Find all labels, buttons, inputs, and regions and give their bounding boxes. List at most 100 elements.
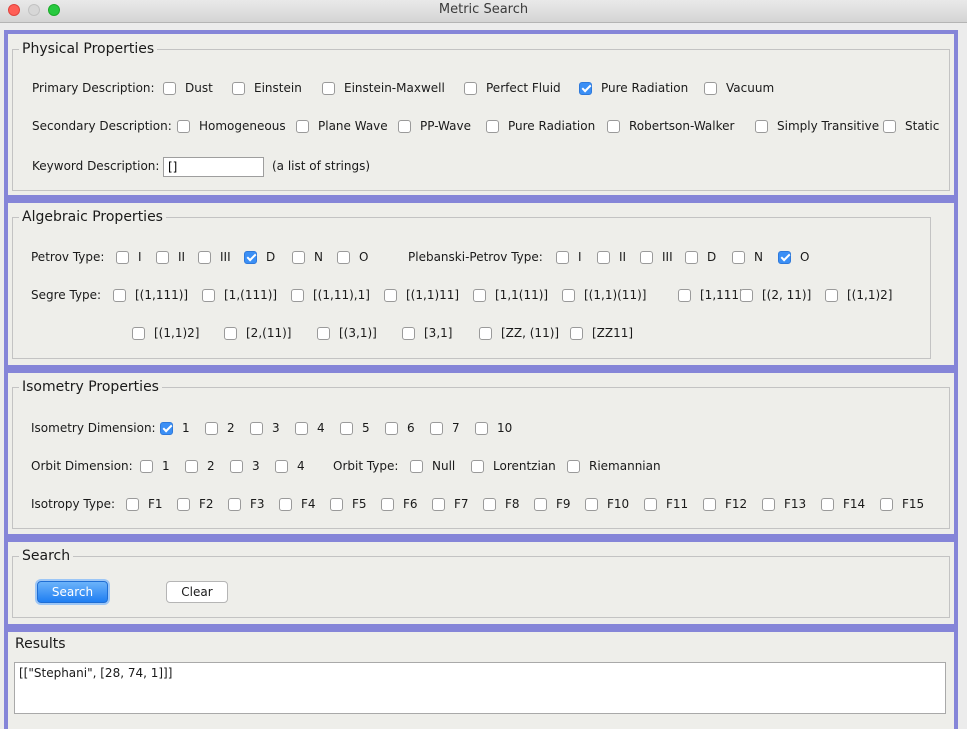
- checkbox-option[interactable]: [(1,1)11]: [384, 286, 459, 304]
- checkbox-option[interactable]: Vacuum: [704, 79, 774, 97]
- checkbox-option[interactable]: 3: [250, 419, 280, 437]
- checkbox-option[interactable]: 6: [385, 419, 415, 437]
- checkbox-option[interactable]: F7: [432, 495, 469, 513]
- keyword-description-input[interactable]: [163, 157, 264, 177]
- checkbox-unchecked[interactable]: [202, 288, 215, 302]
- results-text-area[interactable]: [["Stephani", [28, 74, 1]]]: [14, 662, 946, 714]
- search-button[interactable]: Search: [37, 581, 108, 603]
- checkbox-unchecked[interactable]: [562, 288, 575, 302]
- checkbox-option[interactable]: 2: [185, 457, 215, 475]
- checkbox-unchecked[interactable]: [185, 459, 198, 473]
- clear-button[interactable]: Clear: [166, 581, 228, 603]
- checkbox-option[interactable]: I: [556, 248, 582, 266]
- checkbox-unchecked[interactable]: [317, 326, 330, 340]
- checkbox-unchecked[interactable]: [732, 250, 745, 264]
- checkbox-option[interactable]: 2: [205, 419, 235, 437]
- checkbox-option[interactable]: F15: [880, 495, 924, 513]
- checkbox-unchecked[interactable]: [275, 459, 288, 473]
- checkbox-unchecked[interactable]: [471, 459, 484, 473]
- checkbox-unchecked[interactable]: [232, 81, 245, 95]
- checkbox-option[interactable]: F3: [228, 495, 265, 513]
- checkbox-option[interactable]: III: [198, 248, 231, 266]
- checkbox-unchecked[interactable]: [228, 497, 241, 511]
- checkbox-unchecked[interactable]: [607, 119, 620, 133]
- checkbox-checked[interactable]: [244, 250, 257, 264]
- checkbox-unchecked[interactable]: [685, 250, 698, 264]
- checkbox-unchecked[interactable]: [704, 81, 717, 95]
- checkbox-option[interactable]: Null: [410, 457, 455, 475]
- checkbox-unchecked[interactable]: [291, 288, 304, 302]
- checkbox-option[interactable]: I: [116, 248, 142, 266]
- checkbox-checked[interactable]: [579, 81, 592, 95]
- checkbox-option[interactable]: Homogeneous: [177, 117, 286, 135]
- checkbox-unchecked[interactable]: [337, 250, 350, 264]
- checkbox-unchecked[interactable]: [473, 288, 486, 302]
- checkbox-option[interactable]: O: [778, 248, 809, 266]
- checkbox-option[interactable]: O: [337, 248, 368, 266]
- checkbox-unchecked[interactable]: [295, 421, 308, 435]
- checkbox-option[interactable]: II: [597, 248, 626, 266]
- checkbox-unchecked[interactable]: [381, 497, 394, 511]
- checkbox-unchecked[interactable]: [177, 119, 190, 133]
- checkbox-option[interactable]: Robertson-Walker: [607, 117, 734, 135]
- checkbox-checked[interactable]: [160, 421, 173, 435]
- checkbox-option[interactable]: III: [640, 248, 673, 266]
- checkbox-option[interactable]: II: [156, 248, 185, 266]
- checkbox-unchecked[interactable]: [132, 326, 145, 340]
- checkbox-unchecked[interactable]: [384, 288, 397, 302]
- checkbox-option[interactable]: [(1,1)2]: [132, 324, 199, 342]
- checkbox-unchecked[interactable]: [740, 288, 753, 302]
- checkbox-unchecked[interactable]: [156, 250, 169, 264]
- checkbox-unchecked[interactable]: [330, 497, 343, 511]
- checkbox-unchecked[interactable]: [198, 250, 211, 264]
- checkbox-unchecked[interactable]: [640, 250, 653, 264]
- checkbox-unchecked[interactable]: [140, 459, 153, 473]
- checkbox-option[interactable]: 4: [275, 457, 305, 475]
- checkbox-option[interactable]: Riemannian: [567, 457, 661, 475]
- checkbox-option[interactable]: D: [244, 248, 275, 266]
- checkbox-checked[interactable]: [778, 250, 791, 264]
- checkbox-option[interactable]: PP-Wave: [398, 117, 471, 135]
- checkbox-option[interactable]: D: [685, 248, 716, 266]
- checkbox-option[interactable]: 10: [475, 419, 512, 437]
- checkbox-unchecked[interactable]: [116, 250, 129, 264]
- checkbox-option[interactable]: 5: [340, 419, 370, 437]
- checkbox-unchecked[interactable]: [385, 421, 398, 435]
- checkbox-option[interactable]: Simply Transitive: [755, 117, 879, 135]
- checkbox-option[interactable]: F2: [177, 495, 214, 513]
- checkbox-unchecked[interactable]: [570, 326, 583, 340]
- checkbox-option[interactable]: [3,1]: [402, 324, 452, 342]
- checkbox-option[interactable]: [(1,11),1]: [291, 286, 370, 304]
- checkbox-unchecked[interactable]: [762, 497, 775, 511]
- close-window-button[interactable]: [8, 4, 20, 16]
- checkbox-option[interactable]: 4: [295, 419, 325, 437]
- checkbox-option[interactable]: Einstein: [232, 79, 302, 97]
- checkbox-option[interactable]: Perfect Fluid: [464, 79, 561, 97]
- checkbox-option[interactable]: [(3,1)]: [317, 324, 377, 342]
- checkbox-option[interactable]: Dust: [163, 79, 213, 97]
- checkbox-option[interactable]: F1: [126, 495, 163, 513]
- checkbox-unchecked[interactable]: [279, 497, 292, 511]
- checkbox-option[interactable]: 1: [160, 419, 190, 437]
- checkbox-unchecked[interactable]: [644, 497, 657, 511]
- checkbox-unchecked[interactable]: [224, 326, 237, 340]
- checkbox-unchecked[interactable]: [205, 421, 218, 435]
- checkbox-option[interactable]: [(1,1)(11)]: [562, 286, 646, 304]
- checkbox-option[interactable]: [1,1(11)]: [473, 286, 548, 304]
- checkbox-unchecked[interactable]: [479, 326, 492, 340]
- checkbox-option[interactable]: Plane Wave: [296, 117, 388, 135]
- checkbox-unchecked[interactable]: [402, 326, 415, 340]
- checkbox-unchecked[interactable]: [177, 497, 190, 511]
- checkbox-unchecked[interactable]: [322, 81, 335, 95]
- checkbox-option[interactable]: [(1,1)2]: [825, 286, 892, 304]
- checkbox-option[interactable]: F9: [534, 495, 571, 513]
- checkbox-unchecked[interactable]: [430, 421, 443, 435]
- checkbox-unchecked[interactable]: [464, 81, 477, 95]
- checkbox-unchecked[interactable]: [585, 497, 598, 511]
- checkbox-option[interactable]: 3: [230, 457, 260, 475]
- checkbox-option[interactable]: F5: [330, 495, 367, 513]
- checkbox-option[interactable]: F10: [585, 495, 629, 513]
- checkbox-unchecked[interactable]: [486, 119, 499, 133]
- checkbox-option[interactable]: F12: [703, 495, 747, 513]
- checkbox-option[interactable]: Pure Radiation: [486, 117, 595, 135]
